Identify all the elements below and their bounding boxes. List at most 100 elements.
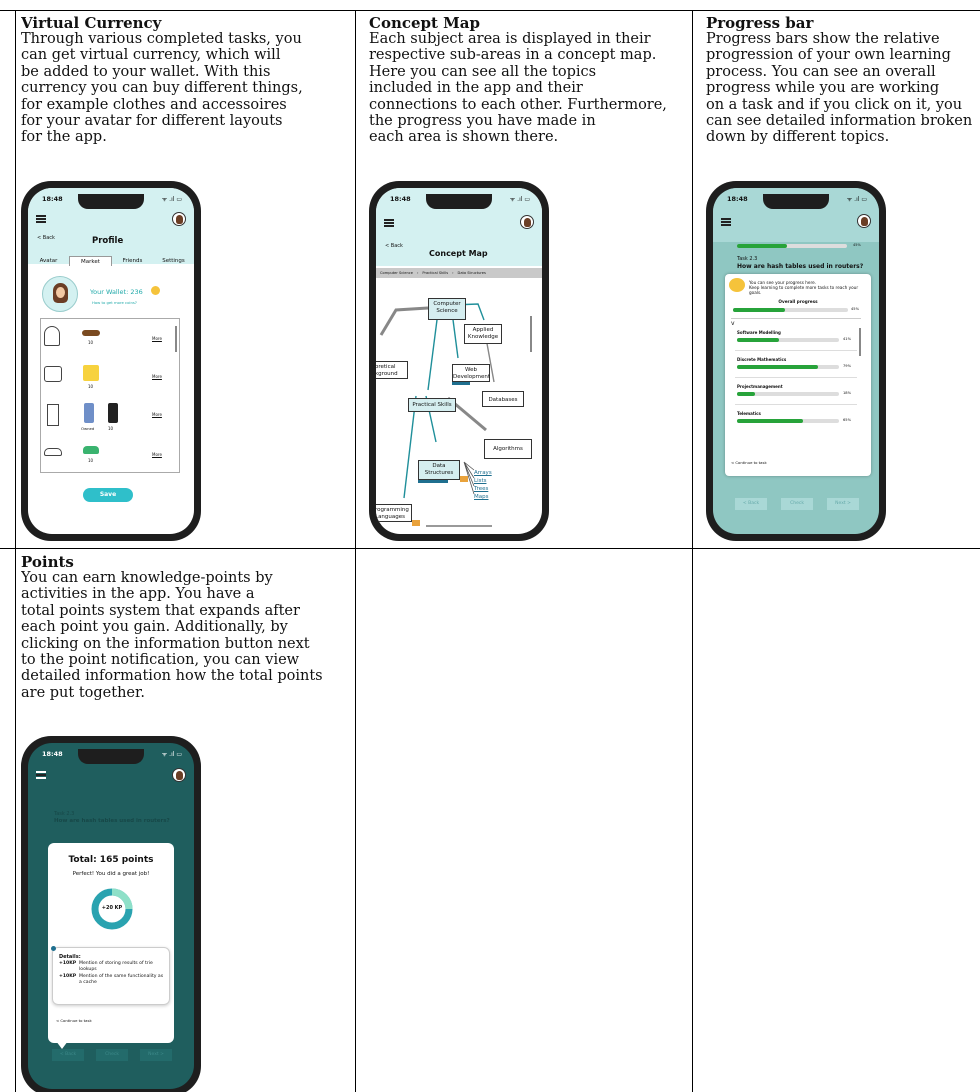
tab-settings[interactable]: Settings bbox=[153, 256, 194, 266]
cell-description: Each subject area is displayed in their … bbox=[369, 31, 691, 146]
back-button[interactable]: < Back bbox=[735, 498, 767, 510]
back-button[interactable]: < Back bbox=[52, 1049, 84, 1061]
phone-screen: 18:48 ᯤ .ıl ▭ < Back Profile Avatar Mark… bbox=[28, 188, 194, 534]
leaf-arrays[interactable]: Arrays bbox=[474, 469, 492, 477]
tab-market[interactable]: Market bbox=[69, 256, 112, 266]
phone-screen: 18:48 ᯤ .ıl ▭ Task 2.3 How are hash tabl… bbox=[28, 743, 194, 1089]
jeans-item-icon bbox=[84, 403, 94, 423]
node-databases[interactable]: Databases bbox=[482, 391, 524, 407]
topic-progress-bar bbox=[737, 338, 839, 342]
topic-name: Telematics bbox=[737, 411, 761, 416]
continue-to-task-link[interactable]: < Continue to task bbox=[731, 460, 767, 465]
progress-popup: You can see your progress here. Keep lea… bbox=[725, 274, 871, 476]
phone-notch bbox=[78, 749, 144, 764]
node-algorithms[interactable]: Algorithms bbox=[484, 439, 532, 459]
text-line: respective sub-areas in a concept map. bbox=[369, 47, 657, 64]
pants-outline-icon bbox=[47, 404, 59, 426]
points-popup: Total: 165 points Perfect! You did a gre… bbox=[48, 843, 174, 1043]
detail-kp: +10KP bbox=[59, 974, 77, 979]
text-line: for example clothes and accessoires bbox=[21, 96, 287, 113]
list-scrollbar[interactable] bbox=[175, 326, 177, 352]
grid-top-rule bbox=[0, 10, 980, 11]
continue-to-task-link[interactable]: < Continue to task bbox=[56, 1018, 92, 1023]
node-web-development[interactable]: Web Development bbox=[452, 364, 490, 382]
topic-progress-fill bbox=[737, 338, 779, 342]
black-pants-item-icon bbox=[108, 403, 118, 423]
avatar-icon[interactable] bbox=[857, 214, 871, 228]
node-programming-languages[interactable]: rogramming Languages bbox=[376, 504, 412, 522]
avatar-icon[interactable] bbox=[520, 215, 534, 229]
menu-icon[interactable] bbox=[36, 215, 46, 223]
topic-progress-fill bbox=[737, 392, 756, 396]
save-button[interactable]: Save bbox=[83, 488, 133, 502]
phone-notch bbox=[78, 194, 144, 209]
more-link[interactable]: More bbox=[152, 412, 162, 417]
text-line: each point you gain. Additionally, by bbox=[21, 619, 288, 636]
leaf-trees[interactable]: Trees bbox=[474, 485, 492, 493]
item-price: 10 bbox=[88, 384, 94, 389]
text-line: connections to each other. Furthermore, bbox=[369, 96, 667, 113]
text-line: for the app. bbox=[21, 129, 107, 146]
breadcrumb-item[interactable]: Computer Science bbox=[380, 271, 413, 275]
more-link[interactable]: More bbox=[152, 336, 162, 341]
cell-progress-bar: Progress bar Progress bars show the rela… bbox=[706, 15, 980, 175]
cell-concept-map: Concept Map Each subject area is display… bbox=[369, 15, 691, 175]
node-computer-science[interactable]: Computer Science bbox=[428, 298, 466, 320]
tab-friends[interactable]: Friends bbox=[112, 256, 153, 266]
menu-icon[interactable] bbox=[36, 771, 46, 779]
map-scrollbar-horizontal[interactable] bbox=[426, 525, 492, 527]
item-price: 10 bbox=[108, 426, 114, 431]
overall-progress-bar[interactable] bbox=[733, 308, 848, 312]
leaf-topic-list: Arrays Lists Trees Maps bbox=[474, 469, 492, 501]
more-link[interactable]: More bbox=[152, 452, 162, 457]
map-scrollbar[interactable] bbox=[530, 316, 532, 352]
leaf-maps[interactable]: Maps bbox=[474, 493, 492, 501]
back-link[interactable]: < Back bbox=[385, 243, 403, 249]
detail-text: Mention of the same functionality as a c… bbox=[79, 974, 164, 985]
phone-notch bbox=[763, 194, 829, 209]
menu-icon[interactable] bbox=[721, 218, 731, 226]
breadcrumb-item[interactable]: Practical Skills bbox=[422, 271, 448, 275]
intro-line: Keep learning to complete more tasks to … bbox=[749, 285, 859, 295]
breadcrumb-item[interactable]: Data Structures bbox=[458, 271, 486, 275]
leaf-lists[interactable]: Lists bbox=[474, 477, 492, 485]
node-applied-knowledge[interactable]: Applied Knowledge bbox=[464, 324, 502, 344]
check-button[interactable]: Check bbox=[781, 498, 813, 510]
next-button[interactable]: Next > bbox=[827, 498, 859, 510]
check-button[interactable]: Check bbox=[96, 1049, 128, 1061]
top-progress-fill bbox=[737, 244, 787, 248]
avatar-icon[interactable] bbox=[172, 212, 186, 226]
success-message: Perfect! You did a great job! bbox=[72, 871, 150, 877]
details-title: Details: bbox=[59, 954, 81, 960]
more-link[interactable]: More bbox=[152, 374, 162, 379]
details-panel: Details: +10KP Mention of storing result… bbox=[51, 946, 170, 1005]
progress-stripe-icon bbox=[452, 382, 470, 385]
grid-left-rule bbox=[15, 10, 16, 1092]
divider bbox=[731, 318, 861, 319]
node-practical-skills[interactable]: Practical Skills bbox=[408, 398, 456, 412]
next-button[interactable]: Next > bbox=[140, 1049, 172, 1061]
node-theoretical-background[interactable]: oretical kground bbox=[376, 361, 408, 379]
overall-progress-fill bbox=[733, 308, 785, 312]
folder-icon bbox=[460, 476, 468, 482]
more-coins-link[interactable]: How to get more coins? bbox=[92, 300, 137, 305]
topics-scrollbar[interactable] bbox=[859, 328, 861, 356]
menu-icon[interactable] bbox=[384, 219, 394, 227]
info-dot-icon[interactable] bbox=[51, 946, 56, 951]
tab-avatar[interactable]: Avatar bbox=[28, 256, 69, 266]
top-progress-bar[interactable] bbox=[737, 244, 847, 248]
avatar-icon[interactable] bbox=[172, 768, 186, 782]
overall-progress-label: Overall progress bbox=[778, 299, 818, 304]
node-data-structures[interactable]: Data Structures bbox=[418, 460, 460, 480]
chevron-down-icon[interactable]: v bbox=[731, 320, 735, 327]
text-line: included in the app and their bbox=[369, 80, 583, 97]
overall-progress-percent: 45% bbox=[851, 307, 859, 311]
popup-pointer bbox=[56, 1041, 68, 1049]
status-icons: ᯤ .ıl ▭ bbox=[846, 196, 867, 203]
text-line: are put together. bbox=[21, 684, 145, 701]
back-link[interactable]: < Back bbox=[37, 235, 55, 241]
item-price: 10 bbox=[88, 458, 94, 463]
coin-icon bbox=[151, 286, 160, 295]
cell-virtual-currency: Virtual Currency Through various complet… bbox=[21, 15, 353, 175]
page-title: Concept Map bbox=[429, 249, 488, 258]
